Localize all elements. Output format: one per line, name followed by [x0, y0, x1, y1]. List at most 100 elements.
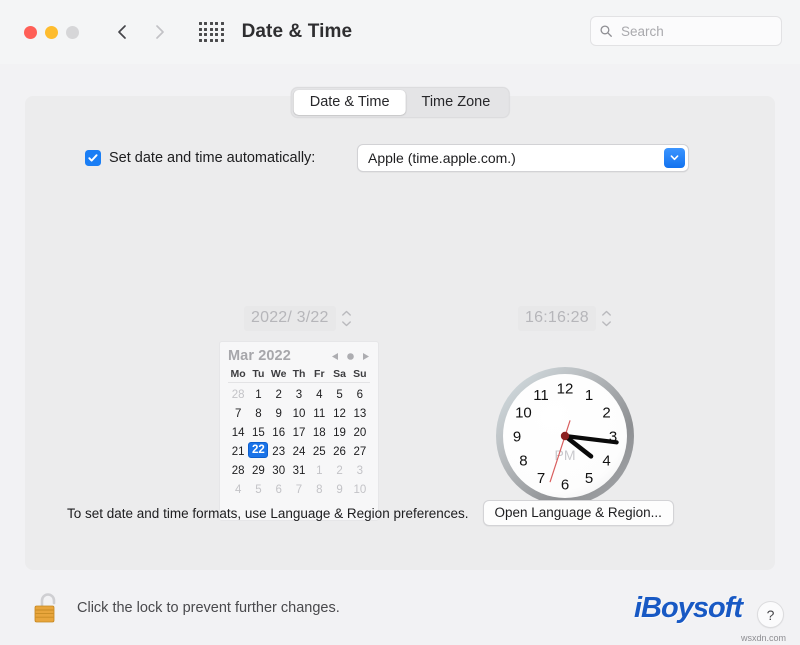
- time-server-dropdown[interactable]: Apple (time.apple.com.): [357, 144, 689, 172]
- checkmark-icon: [88, 154, 98, 162]
- calendar-day[interactable]: 1: [248, 385, 268, 404]
- calendar-weekday-tu: Tu: [252, 368, 265, 380]
- calendar-day[interactable]: 20: [350, 423, 370, 442]
- lock-row: Click the lock to prevent further change…: [33, 590, 340, 626]
- calendar-day[interactable]: 9: [329, 480, 349, 499]
- calendar-day[interactable]: 30: [269, 461, 289, 480]
- calendar-day[interactable]: 9: [269, 404, 289, 423]
- close-window-button[interactable]: [24, 25, 37, 39]
- set-automatically-checkbox[interactable]: [85, 150, 101, 166]
- calendar-widget[interactable]: Mar 2022 Mo Tu We Th Fr Sa Su 28 1 2 3 4…: [219, 341, 379, 521]
- calendar-day[interactable]: 10: [350, 480, 370, 499]
- calendar-month-label: Mar 2022: [228, 348, 291, 364]
- format-hint-text: To set date and time formats, use Langua…: [67, 505, 469, 521]
- calendar-day[interactable]: 5: [329, 385, 349, 404]
- clock-hour-7: 7: [537, 470, 545, 487]
- search-input[interactable]: [619, 22, 773, 40]
- calendar-day[interactable]: 2: [269, 385, 289, 404]
- calendar-day[interactable]: 6: [350, 385, 370, 404]
- maximize-window-button[interactable]: [66, 25, 79, 39]
- calendar-day[interactable]: 15: [248, 423, 268, 442]
- calendar-next-button[interactable]: [362, 352, 370, 361]
- clock-hour-12: 12: [557, 381, 574, 398]
- calendar-day[interactable]: 19: [329, 423, 349, 442]
- calendar-day[interactable]: 29: [248, 461, 268, 480]
- calendar-day-selected[interactable]: 22: [248, 442, 269, 458]
- analog-clock: 12 1 2 3 4 5 6 7 8 9 10 11 PM: [493, 364, 637, 508]
- calendar-day[interactable]: 12: [329, 404, 349, 423]
- clock-hour-6: 6: [561, 477, 569, 494]
- clock-hour-8: 8: [519, 453, 527, 470]
- calendar-days-grid[interactable]: 28 1 2 3 4 5 6 7 8 9 10 11 12 13 14 15 16 17 18 19 20 21 22 23 2…: [228, 385, 370, 499]
- time-field[interactable]: 16:16:28: [518, 306, 614, 331]
- calendar-day[interactable]: 28: [228, 385, 248, 404]
- window-titlebar: Date & Time: [0, 0, 800, 64]
- calendar-day[interactable]: 5: [248, 480, 268, 499]
- calendar-day[interactable]: 13: [350, 404, 370, 423]
- calendar-day[interactable]: 31: [289, 461, 309, 480]
- date-field[interactable]: 2022/ 3/22: [244, 306, 354, 331]
- stepper-up-icon: [342, 310, 352, 316]
- clock-hour-9: 9: [513, 429, 521, 446]
- preferences-panel: Date & Time Time Zone Set date and time …: [25, 87, 775, 570]
- calendar-today-button[interactable]: [346, 352, 355, 361]
- calendar-day[interactable]: 14: [228, 423, 248, 442]
- lock-button[interactable]: [33, 590, 63, 626]
- calendar-day[interactable]: 7: [228, 404, 248, 423]
- help-button[interactable]: ?: [757, 601, 784, 628]
- calendar-weekday-we: We: [270, 368, 287, 380]
- calendar-day[interactable]: 3: [289, 385, 309, 404]
- calendar-day[interactable]: 4: [309, 385, 329, 404]
- back-button[interactable]: [113, 23, 131, 41]
- forward-button[interactable]: [151, 23, 169, 41]
- calendar-day[interactable]: 16: [269, 423, 289, 442]
- date-stepper[interactable]: [340, 307, 354, 330]
- time-server-dropdown-button[interactable]: [664, 147, 685, 168]
- tab-bar: Date & Time Time Zone: [290, 87, 510, 118]
- calendar-day[interactable]: 27: [350, 442, 370, 461]
- tab-date-time[interactable]: Date & Time: [293, 90, 406, 115]
- calendar-weekday-su: Su: [353, 368, 367, 380]
- tab-time-zone[interactable]: Time Zone: [406, 90, 507, 115]
- clock-hour-11: 11: [533, 387, 549, 404]
- calendar-prev-button[interactable]: [331, 352, 339, 361]
- time-stepper[interactable]: [600, 307, 614, 330]
- calendar-day[interactable]: 2: [329, 461, 349, 480]
- calendar-day[interactable]: 4: [228, 480, 248, 499]
- set-automatically-row: Set date and time automatically:: [85, 150, 315, 166]
- clock-center-pivot: [560, 431, 570, 441]
- stepper-down-icon: [602, 321, 612, 327]
- show-all-preferences-button[interactable]: [199, 22, 224, 42]
- calendar-day[interactable]: 28: [228, 461, 248, 480]
- calendar-day[interactable]: 18: [309, 423, 329, 442]
- calendar-day[interactable]: 7: [289, 480, 309, 499]
- calendar-day[interactable]: 26: [329, 442, 349, 461]
- calendar-day[interactable]: 3: [350, 461, 370, 480]
- calendar-day[interactable]: 25: [309, 442, 329, 461]
- iboysoft-watermark-logo: iBoysoft: [634, 592, 743, 624]
- unlocked-padlock-icon: [34, 593, 56, 623]
- open-language-region-button[interactable]: Open Language & Region...: [482, 500, 674, 526]
- calendar-header: Mar 2022: [228, 347, 370, 368]
- time-value: 16:16:28: [518, 306, 596, 331]
- circle-dot-icon: [347, 352, 354, 360]
- format-hint-row: To set date and time formats, use Langua…: [67, 500, 737, 526]
- calendar-day[interactable]: 24: [289, 442, 309, 461]
- calendar-weekday-sa: Sa: [333, 368, 346, 380]
- calendar-day[interactable]: 17: [289, 423, 309, 442]
- calendar-day[interactable]: 21: [228, 442, 248, 461]
- time-server-value: Apple (time.apple.com.): [368, 150, 516, 166]
- calendar-day[interactable]: 6: [269, 480, 289, 499]
- calendar-day[interactable]: 10: [289, 404, 309, 423]
- calendar-weekday-header: Mo Tu We Th Fr Sa Su: [228, 368, 370, 383]
- minimize-window-button[interactable]: [45, 25, 58, 39]
- calendar-weekday-th: Th: [292, 368, 306, 380]
- calendar-day[interactable]: 8: [309, 480, 329, 499]
- clock-hour-10: 10: [515, 405, 532, 422]
- search-field[interactable]: [590, 16, 782, 46]
- calendar-day[interactable]: 23: [269, 442, 289, 461]
- calendar-day[interactable]: 8: [248, 404, 268, 423]
- calendar-day[interactable]: 1: [309, 461, 329, 480]
- calendar-weekday-fr: Fr: [314, 368, 325, 380]
- calendar-day[interactable]: 11: [309, 404, 329, 423]
